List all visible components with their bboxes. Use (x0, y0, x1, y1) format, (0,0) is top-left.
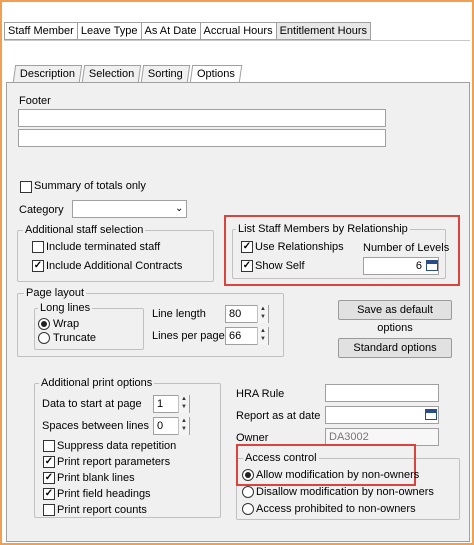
tab-options[interactable]: Options (189, 65, 243, 83)
column-header[interactable]: Accrual Hours (199, 22, 276, 40)
start-page-spinner[interactable]: ▲ ▼ (178, 395, 189, 413)
chevron-down-icon[interactable]: ⌄ (175, 202, 183, 215)
column-header[interactable]: As At Date (140, 22, 200, 40)
divider (4, 40, 470, 41)
tab-description[interactable]: Description (12, 65, 83, 82)
hra-rule-label: HRA Rule (236, 388, 285, 400)
truncate-radio[interactable] (38, 332, 50, 344)
summary-label: Summary of totals only (34, 180, 146, 192)
levels-label: Number of Levels (363, 242, 450, 254)
summary-checkbox[interactable] (20, 181, 32, 193)
access-prohibited-label: Access prohibited to non-owners (256, 503, 416, 515)
footer-line-2-input[interactable] (18, 129, 386, 147)
include-additional-checkbox[interactable]: ✓ (32, 260, 44, 272)
headings-label: Print field headings (57, 488, 151, 500)
column-header[interactable]: Entitlement Hours (275, 22, 372, 40)
include-terminated-label: Include terminated staff (46, 241, 161, 253)
allow-modification-label: Allow modification by non-owners (256, 469, 420, 481)
suppress-label: Suppress data repetition (57, 440, 177, 452)
column-header[interactable]: Staff Member (4, 22, 77, 40)
lines-per-page-spinner[interactable]: ▲ ▼ (257, 327, 268, 345)
calendar-icon[interactable] (425, 409, 437, 420)
access-prohibited-radio[interactable] (242, 503, 254, 515)
allow-modification-radio[interactable] (242, 469, 254, 481)
window-frame: Staff Member Leave Type As At Date Accru… (0, 0, 474, 545)
footer-label: Footer (19, 95, 51, 107)
counts-checkbox[interactable] (43, 504, 55, 516)
tab-selection[interactable]: Selection (81, 65, 142, 82)
relationship-title: List Staff Members by Relationship (236, 223, 410, 235)
footer-line-1-input[interactable] (18, 109, 386, 127)
page-layout-title: Page layout (24, 287, 87, 299)
calendar-icon[interactable] (426, 260, 438, 271)
counts-label: Print report counts (57, 504, 147, 516)
report-date-input[interactable] (325, 406, 439, 424)
spaces-spinner[interactable]: ▲ ▼ (178, 417, 189, 435)
blank-lines-label: Print blank lines (57, 472, 135, 484)
print-options-title: Additional print options (39, 377, 155, 389)
headings-checkbox[interactable]: ✓ (43, 488, 55, 500)
blank-lines-checkbox[interactable]: ✓ (43, 472, 55, 484)
line-length-label: Line length (152, 308, 206, 320)
show-self-checkbox[interactable]: ✓ (241, 260, 253, 272)
params-label: Print report parameters (57, 456, 171, 468)
use-relationships-checkbox[interactable]: ✓ (241, 241, 253, 253)
use-relationships-label: Use Relationships (255, 241, 344, 253)
column-header-strip: Staff Member Leave Type As At Date Accru… (4, 22, 372, 40)
lines-per-page-label: Lines per page (152, 330, 225, 342)
line-length-spinner[interactable]: ▲ ▼ (257, 305, 268, 323)
suppress-checkbox[interactable] (43, 440, 55, 452)
save-default-button[interactable]: Save as default options (338, 300, 452, 334)
long-lines-title: Long lines (38, 302, 93, 314)
access-control-title: Access control (243, 452, 319, 464)
additional-staff-group (17, 230, 214, 282)
report-date-label: Report as at date (236, 410, 321, 422)
start-page-label: Data to start at page (42, 398, 142, 410)
params-checkbox[interactable]: ✓ (43, 456, 55, 468)
include-terminated-checkbox[interactable] (32, 241, 44, 253)
disallow-modification-radio[interactable] (242, 486, 254, 498)
additional-staff-title: Additional staff selection (23, 224, 146, 236)
column-header[interactable]: Leave Type (76, 22, 141, 40)
include-additional-label: Include Additional Contracts (46, 260, 183, 272)
standard-options-button[interactable]: Standard options (338, 338, 452, 358)
options-panel: Footer Summary of totals only Category ⌄… (6, 82, 470, 542)
wrap-label: Wrap (53, 318, 80, 330)
show-self-label: Show Self (255, 260, 305, 272)
disallow-modification-label: Disallow modification by non-owners (256, 486, 434, 498)
hra-rule-input[interactable] (325, 384, 439, 402)
category-label: Category (19, 204, 64, 216)
tab-sorting[interactable]: Sorting (141, 65, 191, 82)
category-select[interactable] (72, 200, 187, 218)
truncate-label: Truncate (53, 332, 97, 344)
spaces-label: Spaces between lines (42, 420, 150, 432)
tab-bar: Description Selection Sorting Options (12, 65, 243, 83)
wrap-radio[interactable] (38, 318, 50, 330)
